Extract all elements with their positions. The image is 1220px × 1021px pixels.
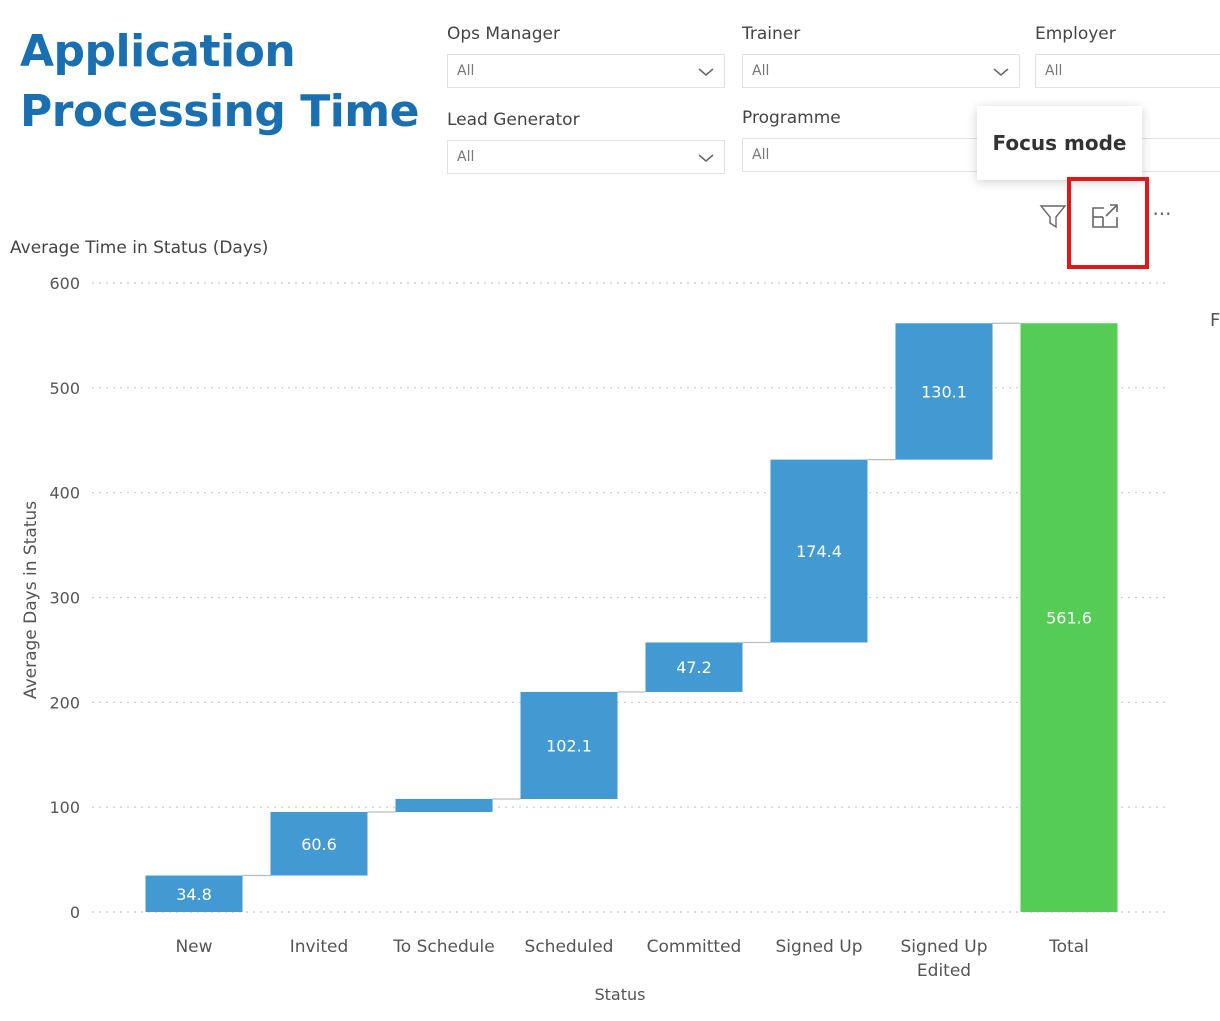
more-options-button[interactable]: ··· [1150, 200, 1174, 228]
x-axis-title: Status [595, 985, 646, 1000]
y-tick-label: 600 [49, 274, 80, 293]
x-tick-label: New [175, 937, 212, 957]
y-tick-label: 0 [70, 903, 80, 922]
slicer-value: All [457, 63, 475, 79]
slicer-label: Trainer [742, 24, 801, 44]
y-tick-label: 200 [49, 693, 80, 712]
y-tick-label: 300 [49, 589, 80, 608]
filter-icon [1039, 205, 1067, 229]
data-label: 130.1 [921, 382, 967, 401]
waterfall-bar[interactable] [395, 798, 493, 812]
data-label: 47.2 [676, 658, 712, 677]
ops-manager-slicer[interactable]: Ops Manager All [447, 22, 725, 88]
focus-mode-tooltip: Focus mode [977, 106, 1142, 180]
data-label: 174.4 [796, 542, 842, 561]
x-tick-label: Signed Up [776, 937, 863, 957]
trainer-slicer[interactable]: Trainer All [742, 22, 1020, 88]
page-title: Application Processing Time [20, 26, 419, 137]
chart-title: Average Time in Status (Days) [10, 238, 269, 258]
edge-label: F [1210, 310, 1220, 331]
x-tick-label: Scheduled [525, 937, 614, 957]
slicer-value: All [1045, 63, 1063, 79]
trainer-dropdown[interactable]: All [742, 54, 1020, 88]
slicer-label: Lead Generator [447, 110, 580, 130]
employer-slicer[interactable]: Employer All [1035, 22, 1220, 88]
lead-generator-slicer[interactable]: Lead Generator All [447, 108, 725, 174]
slicer-value: All [752, 63, 770, 79]
lead-generator-dropdown[interactable]: All [447, 140, 725, 174]
x-tick-label: To Schedule [392, 937, 494, 957]
slicer-value: All [752, 147, 770, 163]
y-tick-label: 100 [49, 798, 80, 817]
chevron-down-icon [698, 68, 714, 76]
y-tick-label: 500 [49, 379, 80, 398]
x-tick-label: Total [1048, 937, 1089, 957]
data-label: 561.6 [1046, 609, 1092, 628]
x-tick-label: Invited [290, 937, 349, 957]
y-tick-label: 400 [49, 484, 80, 503]
ops-manager-dropdown[interactable]: All [447, 54, 725, 88]
data-label: 34.8 [176, 885, 212, 904]
slicer-value: All [457, 149, 475, 165]
data-label: 102.1 [546, 736, 592, 755]
filter-button[interactable] [1038, 202, 1070, 232]
x-tick-label: Committed [647, 937, 742, 957]
chevron-down-icon [993, 68, 1009, 76]
chevron-down-icon [698, 154, 714, 162]
x-tick-label: Edited [917, 961, 971, 981]
data-label: 60.6 [301, 835, 337, 854]
slicer-label: Employer [1035, 24, 1116, 44]
slicer-label: Ops Manager [447, 24, 560, 44]
employer-dropdown[interactable]: All [1035, 54, 1220, 88]
y-axis-title: Average Days in Status [21, 501, 41, 699]
waterfall-chart[interactable]: 0 100 200 300 400 500 600 Average Days in Statu… [0, 260, 1200, 1000]
focus-mode-highlight [1067, 177, 1149, 269]
x-tick-label: Signed Up [901, 937, 988, 957]
